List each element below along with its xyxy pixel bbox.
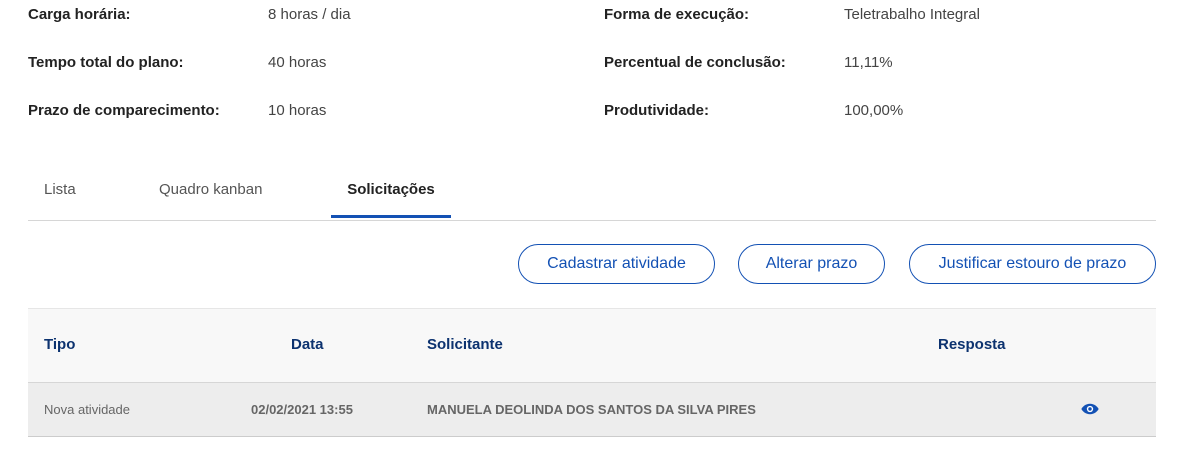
prazo-comparecimento-label: Prazo de comparecimento: — [28, 102, 220, 119]
carga-horaria-label: Carga horária: — [28, 6, 131, 23]
tab-bar: Lista Quadro kanban Solicitações — [28, 168, 1156, 221]
prazo-comparecimento-value: 10 horas — [268, 102, 327, 119]
percentual-conclusao-label: Percentual de conclusão: — [604, 54, 786, 71]
cadastrar-atividade-button[interactable]: Cadastrar atividade — [518, 244, 715, 284]
tab-quadro-kanban[interactable]: Quadro kanban — [159, 168, 262, 218]
alterar-prazo-button[interactable]: Alterar prazo — [738, 244, 885, 284]
eye-icon[interactable] — [1081, 402, 1099, 416]
info-row: Prazo de comparecimento: 10 horas Produt… — [28, 96, 1158, 126]
tempo-total-value: 40 horas — [268, 54, 327, 71]
cell-data: 02/02/2021 13:55 — [251, 402, 353, 417]
tab-solicitacoes[interactable]: Solicitações — [331, 168, 451, 218]
info-row: Tempo total do plano: 40 horas Percentua… — [28, 48, 1158, 78]
column-header-resposta: Resposta — [938, 336, 1006, 353]
info-row: Carga horária: 8 horas / dia Forma de ex… — [28, 0, 1158, 30]
cell-solicitante: MANUELA DEOLINDA DOS SANTOS DA SILVA PIR… — [427, 402, 756, 417]
plan-details-page: Carga horária: 8 horas / dia Forma de ex… — [0, 0, 1178, 459]
tab-lista[interactable]: Lista — [44, 168, 76, 218]
carga-horaria-value: 8 horas / dia — [268, 6, 351, 23]
table-header: Tipo Data Solicitante Resposta — [28, 308, 1156, 383]
percentual-conclusao-value: 11,11% — [844, 54, 893, 71]
column-header-data: Data — [291, 336, 324, 353]
column-header-tipo: Tipo — [44, 336, 76, 353]
produtividade-label: Produtividade: — [604, 102, 710, 119]
table-row: Nova atividade 02/02/2021 13:55 MANUELA … — [28, 383, 1156, 437]
forma-execucao-label: Forma de execução: — [604, 6, 750, 23]
forma-execucao-value: Teletrabalho Integral — [844, 6, 980, 23]
cell-tipo: Nova atividade — [44, 402, 130, 417]
produtividade-value: 100,00% — [844, 102, 904, 119]
column-header-solicitante: Solicitante — [427, 336, 503, 353]
justificar-estouro-button[interactable]: Justificar estouro de prazo — [909, 244, 1156, 284]
tempo-total-label: Tempo total do plano: — [28, 54, 184, 71]
solicitacoes-table: Tipo Data Solicitante Resposta Nova ativ… — [28, 308, 1156, 437]
